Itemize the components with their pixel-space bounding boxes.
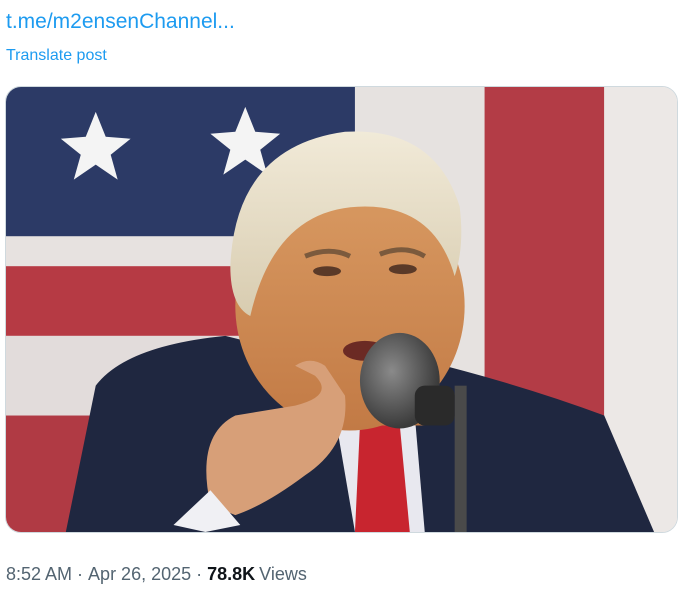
post-time[interactable]: 8:52 AM	[6, 564, 72, 584]
meta-separator: ·	[196, 564, 203, 584]
post-meta: 8:52 AM · Apr 26, 2025 · 78.8K Views	[6, 562, 307, 586]
meta-separator: ·	[77, 564, 84, 584]
post-image[interactable]	[5, 86, 678, 533]
post-link[interactable]: t.me/m2ensenChannel...	[6, 8, 235, 36]
photo-icon	[6, 87, 677, 532]
views-count[interactable]: 78.8K	[207, 564, 255, 584]
translate-post-button[interactable]: Translate post	[6, 45, 107, 67]
views-label: Views	[259, 564, 307, 584]
post-date[interactable]: Apr 26, 2025	[88, 564, 191, 584]
